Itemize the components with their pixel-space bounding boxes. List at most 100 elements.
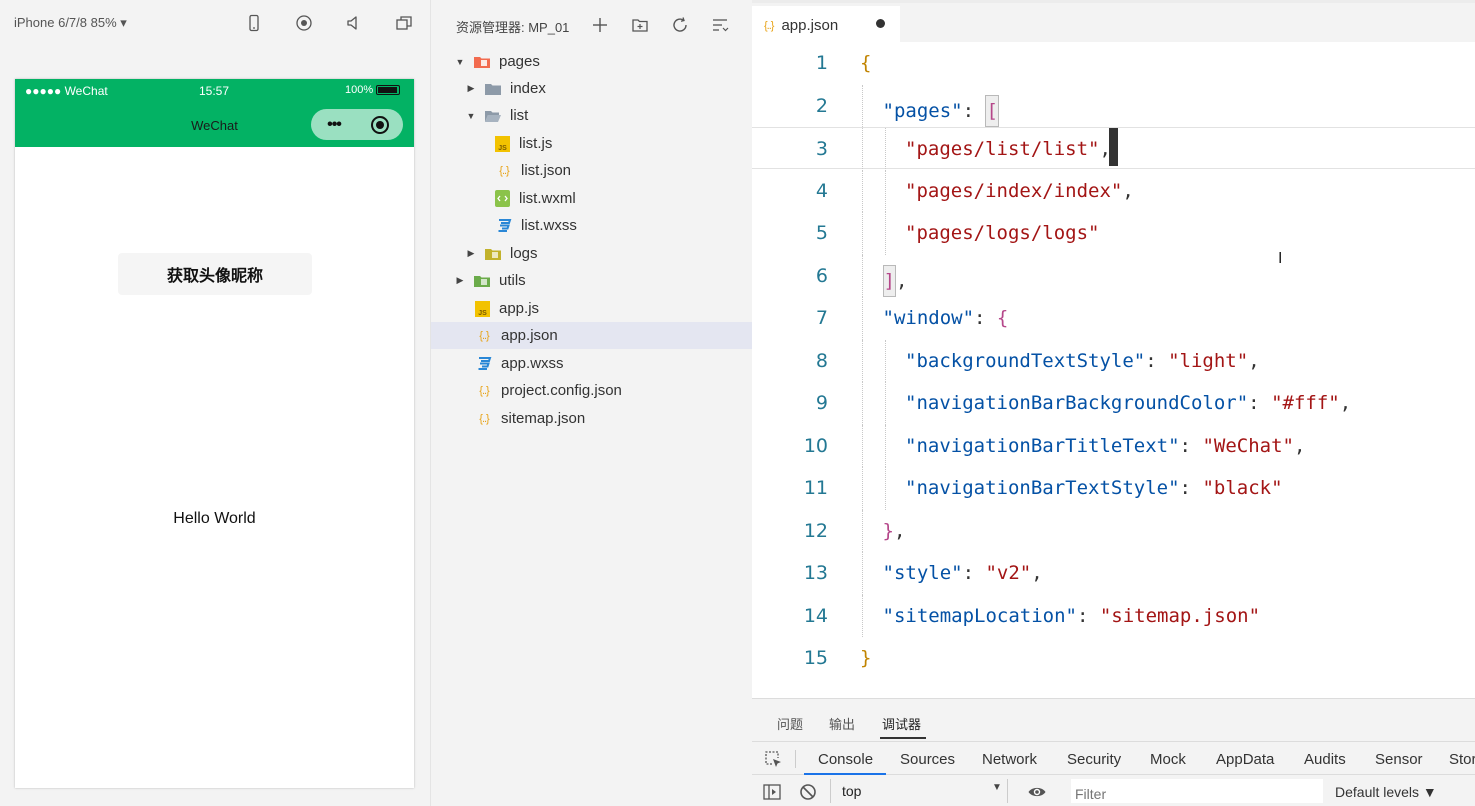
status-signal: ●●●●● WeChat — [25, 84, 108, 98]
tab-sources[interactable]: Sources — [900, 751, 955, 768]
indent-guide — [862, 594, 863, 637]
file-explorer: 资源管理器: MP_01 ▼ pages ▶ index ▼ list JS l… — [430, 0, 753, 806]
tab-storage[interactable]: Stor — [1449, 751, 1475, 768]
code-token: "WeChat" — [1202, 434, 1294, 457]
code-line[interactable]: 2 "pages": [ — [752, 84, 1475, 127]
code-token: "#fff" — [1271, 392, 1340, 414]
code-line[interactable]: 7 "window": { — [752, 297, 1475, 340]
tree-label: index — [510, 80, 546, 97]
filter-input[interactable] — [1070, 778, 1324, 804]
tree-folder-list[interactable]: ▼ list — [431, 102, 753, 129]
tree-folder-utils[interactable]: ▶ utils — [431, 267, 753, 294]
line-number: 3 — [815, 138, 828, 160]
code-token: "sitemap.json" — [1099, 604, 1261, 627]
more-icon[interactable]: ••• — [311, 116, 357, 134]
inspect-element-icon[interactable] — [764, 750, 782, 768]
code-line[interactable]: 13 "style": "v2", — [752, 552, 1475, 595]
close-mini-program-button[interactable] — [357, 115, 403, 134]
tree-file-sitemap-json[interactable]: {..} sitemap.json — [431, 405, 753, 432]
code-line[interactable]: 12}, — [752, 509, 1475, 552]
tab-output[interactable]: 输出 — [829, 714, 855, 733]
tree-file-app-json[interactable]: {..} app.json — [431, 322, 753, 349]
code-line[interactable]: 9 "navigationBarBackgroundColor": "#fff", — [752, 382, 1475, 425]
device-selector[interactable]: iPhone 6/7/8 85% ▾ — [14, 15, 127, 31]
code-text: "navigationBarTextStyle": "black" — [905, 477, 1283, 499]
log-levels-select[interactable]: Default levels ▼ — [1335, 784, 1437, 800]
code-line[interactable]: 10 "navigationBarTitleText": "WeChat", — [752, 424, 1475, 467]
tab-security[interactable]: Security — [1067, 751, 1121, 768]
tree-file-list-js[interactable]: JS list.js — [431, 130, 753, 157]
folder-icon — [484, 80, 502, 98]
tree-label: sitemap.json — [501, 410, 586, 427]
unsaved-dot-icon[interactable] — [876, 19, 885, 28]
toolbar-divider — [795, 750, 796, 768]
tree-folder-index[interactable]: ▶ index — [431, 75, 753, 102]
volume-icon[interactable] — [343, 12, 365, 34]
new-folder-icon[interactable] — [629, 14, 651, 36]
line-number: 9 — [815, 392, 828, 414]
window-icon[interactable] — [393, 12, 415, 34]
new-file-icon[interactable] — [589, 14, 611, 36]
phone-icon[interactable] — [243, 12, 265, 34]
text-caret — [1109, 128, 1118, 166]
code-line[interactable]: 14 "sitemapLocation": "sitemap.json" — [752, 594, 1475, 637]
tree-file-list-wxml[interactable]: list.wxml — [431, 185, 753, 212]
tree-label: utils — [499, 272, 526, 289]
tree-file-list-wxss[interactable]: list.wxss — [431, 212, 753, 239]
refresh-icon[interactable] — [669, 14, 691, 36]
tree-label: app.js — [499, 300, 540, 317]
tab-console[interactable]: Console — [818, 751, 873, 768]
tab-network[interactable]: Network — [982, 751, 1037, 768]
code-line[interactable]: 11 "navigationBarTextStyle": "black" — [752, 467, 1475, 510]
tree-label: list.js — [519, 135, 553, 152]
js-file-icon: JS — [495, 135, 510, 152]
tree-label: app.wxss — [501, 355, 564, 372]
chevron-down-icon[interactable]: ▼ — [464, 109, 478, 123]
tab-appdata[interactable]: AppData — [1216, 751, 1274, 768]
record-icon[interactable] — [293, 12, 315, 34]
json-file-icon: {..} — [479, 329, 489, 342]
code-line[interactable]: 4 "pages/index/index", — [752, 169, 1475, 212]
chevron-right-icon[interactable]: ▶ — [464, 247, 478, 261]
line-number: 14 — [803, 604, 828, 627]
tab-mock[interactable]: Mock — [1150, 751, 1186, 768]
code-text: ], — [882, 264, 907, 297]
json-file-icon: {..} — [479, 412, 489, 425]
code-area[interactable]: 1{2 "pages": [3 "pages/list/list", 4 "pages/… — [752, 42, 1475, 698]
code-line[interactable]: 8 "backgroundTextStyle": "light", — [752, 339, 1475, 382]
tree-file-app-js[interactable]: JS app.js — [431, 295, 753, 322]
json-file-icon: {..} — [499, 164, 509, 177]
tree-file-app-wxss[interactable]: app.wxss — [431, 350, 753, 377]
code-text: { — [860, 52, 871, 74]
context-select[interactable]: top — [830, 779, 1008, 803]
sidebar-toggle-icon[interactable] — [762, 782, 782, 802]
tab-debugger[interactable]: 调试器 — [882, 714, 921, 733]
code-line[interactable]: 5 "pages/logs/logs" — [752, 212, 1475, 255]
clear-console-icon[interactable] — [798, 782, 818, 802]
tree-file-project-config-json[interactable]: {..} project.config.json — [431, 377, 753, 404]
tree-folder-pages[interactable]: ▼ pages — [431, 48, 753, 75]
code-line[interactable]: 6], — [752, 254, 1475, 297]
tree-folder-logs[interactable]: ▶ logs — [431, 240, 753, 267]
chevron-right-icon[interactable]: ▶ — [464, 82, 478, 96]
tab-sensor[interactable]: Sensor — [1375, 751, 1423, 768]
code-line[interactable]: 15} — [752, 637, 1475, 679]
battery-percent: 100% — [345, 84, 374, 96]
tab-audits[interactable]: Audits — [1304, 751, 1346, 768]
code-token: : — [1076, 604, 1100, 627]
tree-file-list-json[interactable]: {..} list.json — [431, 157, 753, 184]
tab-problems[interactable]: 问题 — [777, 714, 803, 733]
active-tab-indicator — [880, 737, 926, 739]
eye-icon[interactable] — [1027, 782, 1047, 802]
chevron-right-icon[interactable]: ▶ — [453, 274, 467, 288]
chevron-down-icon[interactable]: ▼ — [453, 55, 467, 69]
collapse-all-icon[interactable] — [709, 14, 731, 36]
status-time: 15:57 — [199, 84, 230, 98]
line-number: 8 — [815, 349, 828, 372]
devtools-tabs: Console Sources Network Security Mock Ap… — [752, 741, 1475, 776]
folder-utils-icon — [473, 272, 491, 290]
code-text: "window": { — [883, 307, 1009, 329]
get-profile-button[interactable]: 获取头像昵称 — [118, 253, 312, 295]
code-line[interactable]: 1{ — [752, 42, 1475, 84]
chevron-down-icon[interactable]: ▼ — [992, 782, 1002, 793]
